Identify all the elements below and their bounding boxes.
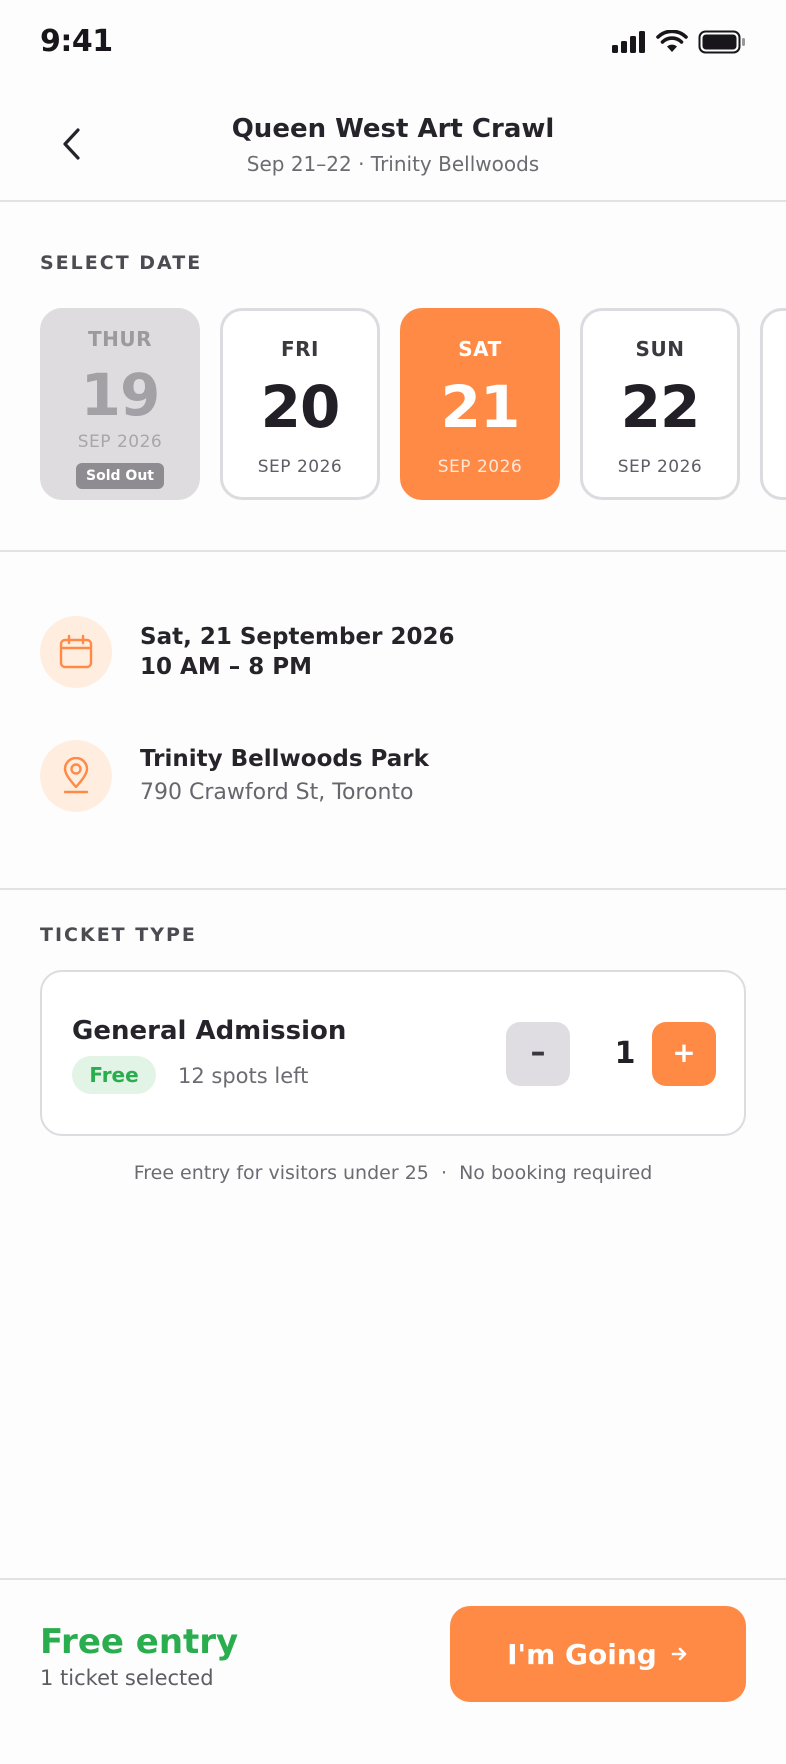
footer-price: Free entry bbox=[40, 1622, 239, 1662]
date-month: SEP 2026 bbox=[257, 457, 343, 477]
date-selector: THUR 19 SEP 2026 Sold Out FRI 20 SEP 202… bbox=[40, 308, 786, 500]
signal-icon bbox=[612, 31, 645, 53]
ticket-card: General Admission Free 12 spots left – 1… bbox=[40, 970, 746, 1136]
event-location-row: Trinity Bellwoods Park 790 Crawford St, … bbox=[40, 740, 746, 812]
increase-quantity-button[interactable]: + bbox=[652, 1022, 716, 1086]
location-icon-badge bbox=[40, 740, 112, 812]
date-dow: THUR bbox=[87, 327, 153, 351]
ticket-name: General Admission bbox=[72, 1016, 347, 1046]
event-date-row: Sat, 21 September 2026 10 AM – 8 PM bbox=[40, 616, 746, 688]
status-bar: 9:41 bbox=[0, 0, 786, 88]
calendar-icon-badge bbox=[40, 616, 112, 688]
date-card-thu-19[interactable]: THUR 19 SEP 2026 Sold Out bbox=[40, 308, 200, 500]
date-dow: SAT bbox=[458, 337, 502, 361]
spots-left: 12 spots left bbox=[178, 1064, 309, 1088]
date-day: 22 bbox=[620, 373, 701, 441]
venue-name: Trinity Bellwoods Park bbox=[140, 746, 429, 772]
date-day: 19 bbox=[80, 361, 161, 429]
date-month: SEP 2026 bbox=[77, 432, 163, 452]
date-month: SEP 2026 bbox=[617, 457, 703, 477]
event-time: 10 AM – 8 PM bbox=[140, 654, 312, 680]
quantity-value: 1 bbox=[614, 1036, 636, 1071]
date-day: 20 bbox=[260, 373, 341, 441]
date-card-sun-22[interactable]: SUN 22 SEP 2026 bbox=[580, 308, 740, 500]
ticket-note: Free entry for visitors under 25 · No bo… bbox=[133, 1162, 653, 1184]
date-dow: SUN bbox=[635, 337, 685, 361]
status-time: 9:41 bbox=[40, 24, 113, 59]
sold-out-badge: Sold Out bbox=[76, 463, 164, 489]
venue-address: 790 Crawford St, Toronto bbox=[140, 780, 414, 805]
decrease-quantity-button[interactable]: – bbox=[506, 1022, 570, 1086]
date-month: SEP 2026 bbox=[437, 457, 523, 477]
header: Queen West Art Crawl Sep 21–22 · Trinity… bbox=[0, 88, 786, 202]
date-day: 21 bbox=[440, 373, 521, 441]
date-card-next[interactable] bbox=[760, 308, 786, 500]
battery-icon bbox=[698, 30, 745, 54]
cta-label: I'm Going bbox=[507, 1637, 657, 1671]
price-badge: Free bbox=[72, 1056, 156, 1094]
date-dow: FRI bbox=[280, 337, 319, 361]
event-date: Sat, 21 September 2026 bbox=[140, 624, 455, 650]
status-icons bbox=[612, 30, 746, 54]
page-title: Queen West Art Crawl bbox=[231, 114, 555, 144]
map-pin-icon bbox=[63, 757, 89, 794]
page-subtitle: Sep 21–22 · Trinity Bellwoods bbox=[246, 152, 540, 176]
divider bbox=[0, 888, 786, 890]
arrow-right-icon bbox=[671, 1647, 687, 1661]
date-card-sat-21[interactable]: SAT 21 SEP 2026 bbox=[400, 308, 560, 500]
calendar-icon bbox=[59, 634, 93, 669]
divider bbox=[0, 550, 786, 552]
footer-bar: Free entry 1 ticket selected I'm Going bbox=[0, 1578, 786, 1764]
im-going-button[interactable]: I'm Going bbox=[450, 1606, 746, 1702]
ticket-type-label: TICKET TYPE bbox=[40, 924, 197, 946]
date-card-fri-20[interactable]: FRI 20 SEP 2026 bbox=[220, 308, 380, 500]
select-date-label: SELECT DATE bbox=[40, 252, 203, 274]
wifi-icon bbox=[656, 30, 688, 52]
footer-selection: 1 ticket selected bbox=[40, 1666, 214, 1690]
